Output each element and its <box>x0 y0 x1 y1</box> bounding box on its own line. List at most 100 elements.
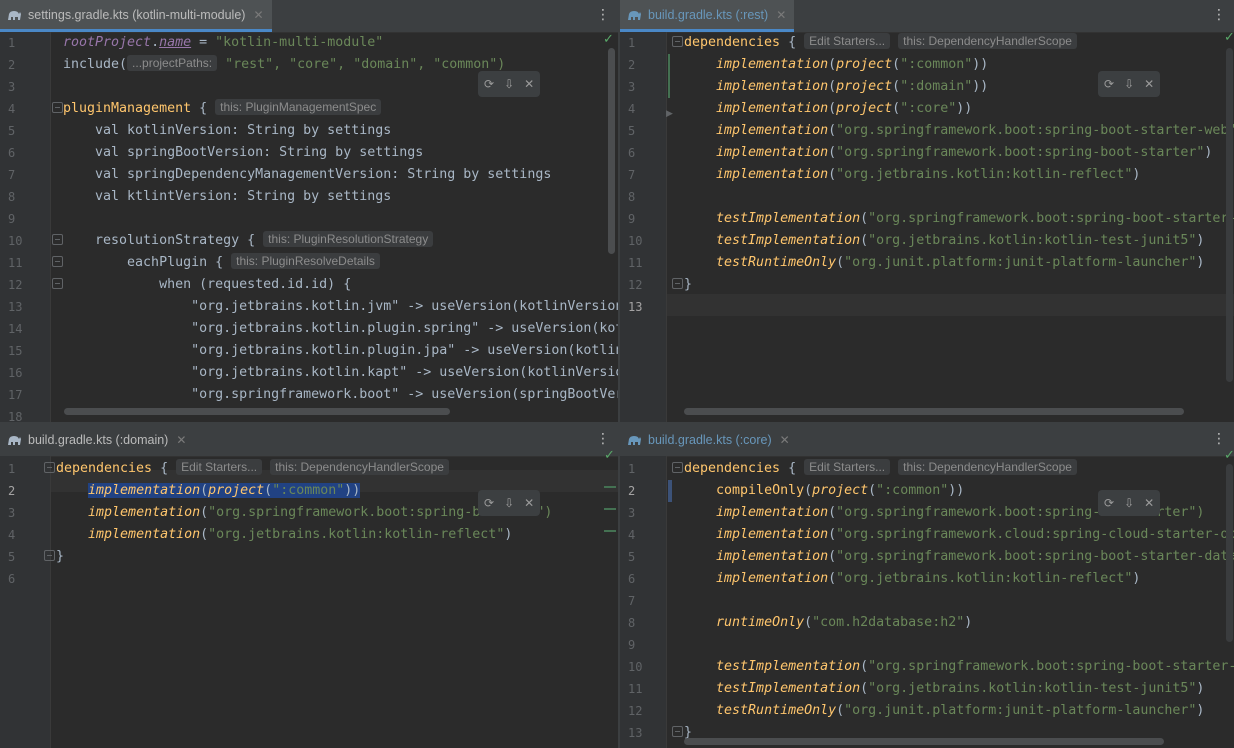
code-token: implementation <box>88 483 201 498</box>
gradle-load-icon[interactable]: ⇩ <box>1124 77 1134 91</box>
code-token: "com.h2database:h2" <box>812 615 965 630</box>
code-token: resolutionStrategy { <box>63 233 264 248</box>
code-token: rter") <box>1156 505 1205 520</box>
line-number: 10 <box>628 660 643 674</box>
edit-starters-link[interactable]: Edit Starters... <box>176 459 263 475</box>
gradle-elephant-icon <box>628 10 641 20</box>
inspection-ok-icon[interactable]: ✓ <box>1224 30 1234 45</box>
close-icon[interactable]: ✕ <box>1144 77 1154 91</box>
vertical-scrollbar[interactable] <box>1226 464 1233 642</box>
inspection-ok-icon[interactable]: ✓ <box>604 448 615 463</box>
gradle-sync-icon[interactable]: ⟳ <box>484 496 494 510</box>
code-line: val springBootVersion: String by setting… <box>63 145 424 160</box>
fold-icon[interactable] <box>52 256 63 267</box>
code-token: "org.junit.platform:junit-platform-launc… <box>844 703 1197 718</box>
code-line: compileOnly(project(":common")) <box>716 483 965 498</box>
line-number: 6 <box>628 146 636 160</box>
close-tab-icon[interactable]: ✕ <box>780 433 790 447</box>
fold-icon[interactable] <box>52 102 63 113</box>
close-icon[interactable]: ✕ <box>524 77 534 91</box>
code-token: implementation <box>716 549 829 564</box>
edit-starters-link[interactable]: Edit Starters... <box>804 33 891 49</box>
code-token: include( <box>63 57 128 72</box>
tab-build-gradle-rest[interactable]: build.gradle.kts (:rest) ✕ <box>620 0 795 32</box>
line-number: 9 <box>628 638 636 652</box>
line-number: 9 <box>8 212 16 226</box>
change-stripe[interactable] <box>604 486 616 488</box>
fold-icon[interactable] <box>52 234 63 245</box>
code-token: project <box>836 79 893 94</box>
fold-icon[interactable] <box>44 550 55 561</box>
code-token: eachPlugin { <box>63 255 232 270</box>
gradle-load-icon[interactable]: ⇩ <box>1124 496 1134 510</box>
run-gutter-icon[interactable]: ▶ <box>666 109 673 119</box>
fold-icon[interactable] <box>672 278 683 289</box>
code-token: testImplementation <box>716 681 861 696</box>
vcs-change-marker[interactable] <box>668 54 670 98</box>
code-line: testRuntimeOnly("org.junit.platform:juni… <box>716 703 1205 718</box>
code-line: "org.jetbrains.kotlin.plugin.jpa" -> use… <box>63 343 618 358</box>
close-tab-icon[interactable]: ✕ <box>176 433 186 447</box>
line-number: 13 <box>628 300 643 314</box>
code-token: "org.jetbrains.kotlin:kotlin-reflect" <box>836 167 1133 182</box>
code-line: testImplementation("org.jetbrains.kotlin… <box>716 681 1205 696</box>
tab-bar: build.gradle.kts (:core) ✕ ⋮ <box>620 424 1234 457</box>
tab-settings-gradle[interactable]: settings.gradle.kts (kotlin-multi-module… <box>0 0 272 32</box>
fold-icon[interactable] <box>672 726 683 737</box>
code-token: pluginManagement <box>63 101 192 116</box>
gradle-load-icon[interactable]: ⇩ <box>504 496 514 510</box>
horizontal-scrollbar[interactable] <box>64 408 450 415</box>
tab-build-gradle-core[interactable]: build.gradle.kts (:core) ✕ <box>620 424 798 456</box>
gradle-sync-icon[interactable]: ⟳ <box>1104 77 1114 91</box>
more-options-icon[interactable]: ⋮ <box>1212 432 1226 446</box>
change-stripe[interactable] <box>604 508 616 510</box>
code-token: implementation <box>716 101 829 116</box>
inspection-ok-icon[interactable]: ✓ <box>1224 448 1234 463</box>
close-tab-icon[interactable]: ✕ <box>776 8 786 22</box>
gradle-sync-icon[interactable]: ⟳ <box>1104 496 1114 510</box>
code-token: "org.jetbrains.kotlin:kotlin-reflect" <box>208 527 505 542</box>
horizontal-scrollbar[interactable] <box>684 738 1164 745</box>
tab-build-gradle-domain[interactable]: build.gradle.kts (:domain) ✕ <box>0 424 194 456</box>
tab-bar: build.gradle.kts (:rest) ✕ ⋮ <box>620 0 1234 33</box>
edit-starters-link[interactable]: Edit Starters... <box>804 459 891 475</box>
tab-title: build.gradle.kts (:domain) <box>28 433 169 447</box>
code-token: { <box>780 35 805 50</box>
code-token: testRuntimeOnly <box>716 703 837 718</box>
fold-icon[interactable] <box>672 36 683 47</box>
gradle-elephant-icon <box>628 436 641 445</box>
inspection-ok-icon[interactable]: ✓ <box>603 32 614 47</box>
line-number: 7 <box>628 168 636 182</box>
close-icon[interactable]: ✕ <box>524 496 534 510</box>
code-line: implementation("org.springframework.boot… <box>716 145 1213 160</box>
vertical-scrollbar[interactable] <box>1226 48 1233 382</box>
gradle-load-icon[interactable]: ⇩ <box>504 77 514 91</box>
code-token: implementation <box>716 527 829 542</box>
editor-pane-core: build.gradle.kts (:core) ✕ ⋮ 1 2 3 4 5 6… <box>620 424 1234 748</box>
line-number: 3 <box>628 506 636 520</box>
fold-icon[interactable] <box>52 278 63 289</box>
fold-icon[interactable] <box>672 462 683 473</box>
code-token: testImplementation <box>716 233 861 248</box>
code-token: ":common" <box>876 483 949 498</box>
more-options-icon[interactable]: ⋮ <box>596 8 610 22</box>
gradle-sync-icon[interactable]: ⟳ <box>484 77 494 91</box>
more-options-icon[interactable]: ⋮ <box>1212 8 1226 22</box>
line-number: 5 <box>8 550 16 564</box>
line-number: 1 <box>628 462 636 476</box>
change-stripe[interactable] <box>604 530 616 532</box>
code-token: "org.springframework.cloud:spring-cloud-… <box>836 527 1234 542</box>
code-token: "org.junit.platform:junit-platform-launc… <box>844 255 1197 270</box>
vertical-scrollbar[interactable] <box>608 48 615 254</box>
code-token: implementation <box>88 505 201 520</box>
more-options-icon[interactable]: ⋮ <box>596 432 610 446</box>
code-line: implementation(project(":core")) <box>716 101 973 116</box>
line-number: 3 <box>8 506 16 520</box>
code-token: project <box>836 101 893 116</box>
close-tab-icon[interactable]: ✕ <box>253 8 263 22</box>
code-token: project <box>836 57 893 72</box>
horizontal-scrollbar[interactable] <box>684 408 1184 415</box>
fold-icon[interactable] <box>44 462 55 473</box>
close-icon[interactable]: ✕ <box>1144 496 1154 510</box>
line-number-gutter: 1 2 3 4 5 6 7 8 9 10 11 12 13 ▶ <box>620 32 683 422</box>
